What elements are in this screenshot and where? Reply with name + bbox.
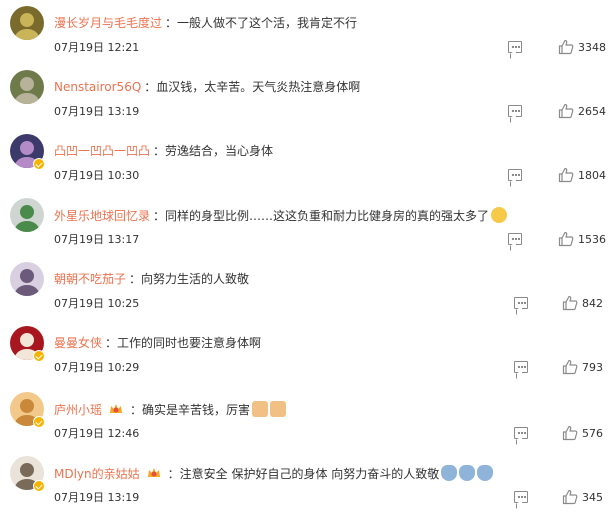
- like-button[interactable]: 842: [562, 294, 603, 312]
- username-link[interactable]: 朝朝不吃茄子: [54, 272, 126, 286]
- verified-badge-icon: [33, 480, 45, 492]
- like-count: 842: [582, 296, 603, 310]
- thumbs-up-icon: [558, 103, 574, 119]
- like-button[interactable]: 345: [562, 488, 603, 506]
- comment-item: 凸凹一凹凸一凹凸 ：劳逸结合，当心身体 07月19日 10:30 1804: [0, 134, 611, 198]
- colon-separator: ：: [153, 144, 166, 158]
- like-button[interactable]: 1804: [558, 166, 606, 184]
- colon-separator: ：: [144, 80, 157, 94]
- comment-text: 同样的身型比例……这这负重和耐力比健身房的真的强太多了: [165, 209, 490, 223]
- sleepy-emoji-icon: [459, 465, 476, 481]
- thumbs-up-icon: [558, 231, 574, 247]
- username-link[interactable]: 漫长岁月与毛毛度过: [54, 16, 162, 30]
- comment-text: 工作的同时也要注意身体啊: [117, 336, 262, 350]
- comment-text: 一般人做不了这个活，我肯定不行: [177, 16, 358, 30]
- like-count: 1804: [578, 168, 606, 182]
- comment-timestamp: 07月19日 12:46: [54, 427, 140, 440]
- username-link[interactable]: 凸凹一凹凸一凹凸: [54, 144, 150, 158]
- comment-timestamp: 07月19日 10:25: [54, 297, 140, 310]
- verified-badge-icon: [33, 350, 45, 362]
- thumbs-up-icon: [562, 295, 578, 311]
- comment-item: 外星乐地球回忆录 ：同样的身型比例……这这负重和耐力比健身房的真的强太多了 07月1…: [0, 198, 611, 262]
- verified-badge-icon: [33, 416, 45, 428]
- thumbs-up-icon: [562, 359, 578, 375]
- username-link[interactable]: Nenstairor56Q: [54, 80, 141, 94]
- comment-item: 曼曼女侠 ：工作的同时也要注意身体啊 07月19日 10:29 793: [0, 326, 611, 390]
- thumbs-up-emoji-icon: [252, 401, 269, 417]
- sleepy-emoji-icon: [441, 465, 458, 481]
- colon-separator: ：: [153, 209, 166, 223]
- comment-icon[interactable]: [508, 169, 522, 181]
- avatar[interactable]: [10, 6, 44, 40]
- like-button[interactable]: 793: [562, 358, 603, 376]
- comment-item: Nenstairor56Q ：血汉钱，太辛苦。天气炎热注意身体啊 07月19日 13…: [0, 70, 611, 134]
- comment-item: 漫长岁月与毛毛度过 ：一般人做不了这个活，我肯定不行 07月19日 12:21 334…: [0, 6, 611, 70]
- comment-icon[interactable]: [514, 361, 528, 373]
- colon-separator: ：: [105, 336, 118, 350]
- colon-separator: ：: [165, 16, 178, 30]
- username-link[interactable]: 曼曼女侠: [54, 336, 102, 350]
- comment-timestamp: 07月19日 13:17: [54, 233, 140, 246]
- username-link[interactable]: 庐州小瑶: [54, 403, 102, 417]
- comment-icon[interactable]: [508, 105, 522, 117]
- like-count: 3348: [578, 40, 606, 54]
- like-count: 793: [582, 360, 603, 374]
- like-button[interactable]: 2654: [558, 102, 606, 120]
- comment-text: 血汉钱，太辛苦。天气炎热注意身体啊: [156, 80, 361, 94]
- username-link[interactable]: 外星乐地球回忆录: [54, 209, 150, 223]
- thumbs-up-emoji-icon: [270, 401, 287, 417]
- thumbs-up-icon: [562, 489, 578, 505]
- thumbs-up-icon: [558, 167, 574, 183]
- comment-timestamp: 07月19日 13:19: [54, 105, 140, 118]
- comment-timestamp: 07月19日 10:29: [54, 361, 140, 374]
- like-button[interactable]: 576: [562, 424, 603, 442]
- comment-item: 朝朝不吃茄子 ：向努力生活的人致敬 07月19日 10:25 842: [0, 262, 611, 326]
- colon-separator: ：: [167, 467, 180, 481]
- comment-icon[interactable]: [508, 233, 522, 245]
- like-count: 2654: [578, 104, 606, 118]
- like-count: 1536: [578, 232, 606, 246]
- verified-badge-icon: [33, 158, 45, 170]
- comment-timestamp: 07月19日 10:30: [54, 169, 140, 182]
- avatar[interactable]: [10, 262, 44, 296]
- thumbs-up-icon: [558, 39, 574, 55]
- comment-icon[interactable]: [508, 41, 522, 53]
- sleepy-emoji-icon: [477, 465, 494, 481]
- like-button[interactable]: 1536: [558, 230, 606, 248]
- comment-timestamp: 07月19日 12:21: [54, 41, 140, 54]
- strong-emoji-icon: [491, 207, 508, 223]
- fan-badge-icon: [110, 404, 123, 413]
- username-link[interactable]: MDlyn的亲姑姑: [54, 467, 140, 481]
- like-button[interactable]: 3348: [558, 38, 606, 56]
- comment-text: 注意安全 保护好自己的身体 向努力奋斗的人致敬: [179, 467, 440, 481]
- comment-text: 劳逸结合，当心身体: [165, 144, 274, 158]
- comment-icon[interactable]: [514, 491, 528, 503]
- comment-item: 庐州小瑶 ：确实是辛苦钱，厉害 07月19日 12:46 576: [0, 392, 611, 456]
- like-count: 345: [582, 490, 603, 504]
- avatar[interactable]: [10, 198, 44, 232]
- comment-item: MDlyn的亲姑姑 ：注意安全 保护好自己的身体 向努力奋斗的人致敬 07月19日 …: [0, 456, 611, 514]
- colon-separator: ：: [129, 272, 142, 286]
- comment-icon[interactable]: [514, 427, 528, 439]
- colon-separator: ：: [130, 403, 143, 417]
- comment-text: 向努力生活的人致敬: [141, 272, 250, 286]
- comment-timestamp: 07月19日 13:19: [54, 491, 140, 504]
- like-count: 576: [582, 426, 603, 440]
- thumbs-up-icon: [562, 425, 578, 441]
- comment-icon[interactable]: [514, 297, 528, 309]
- fan-badge-icon: [147, 468, 160, 477]
- avatar[interactable]: [10, 70, 44, 104]
- comment-text: 确实是辛苦钱，厉害: [142, 403, 251, 417]
